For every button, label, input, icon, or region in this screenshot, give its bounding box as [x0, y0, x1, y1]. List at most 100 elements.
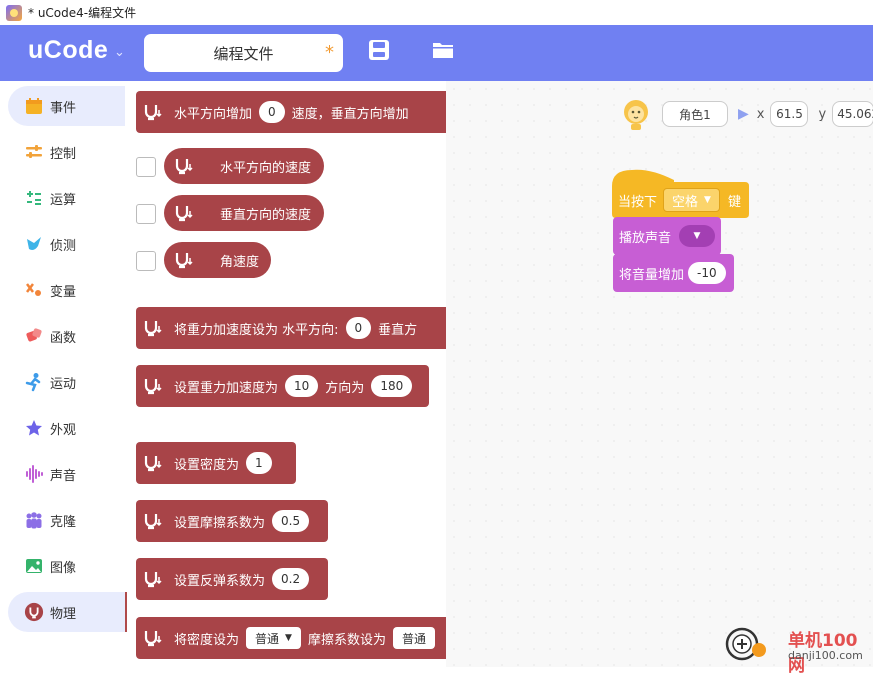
event-key-press-block[interactable]: 当按下 空格 ▼ 键: [612, 168, 749, 218]
variable-icon: [24, 280, 44, 300]
bounce-input[interactable]: 0.2: [272, 568, 310, 590]
star-icon: [24, 418, 44, 438]
sound-dropdown[interactable]: ▼: [679, 225, 716, 247]
sidebar-item-sensing[interactable]: 侦测: [8, 224, 125, 264]
block-text: 将音量增加: [619, 267, 685, 283]
sidebar-item-operators[interactable]: 运算: [8, 178, 125, 218]
sidebar-item-motion[interactable]: 运动: [8, 362, 125, 402]
save-icon[interactable]: [368, 39, 390, 61]
watermark: 单机100网 danji100.com: [722, 624, 872, 676]
reporter-horizontal-speed[interactable]: 水平方向的速度: [164, 148, 324, 184]
gravity-value-input[interactable]: 10: [285, 375, 319, 397]
caret-down-icon: ▼: [704, 195, 711, 205]
sidebar-item-label: 图像: [50, 560, 77, 576]
sidebar-item-clone[interactable]: 克隆: [8, 500, 125, 540]
reporter-vertical-speed[interactable]: 垂直方向的速度: [164, 195, 324, 231]
physics-block-icon: [164, 203, 204, 223]
block-text: 将密度设为: [174, 632, 240, 648]
block-set-bounce[interactable]: 设置反弹系数为 0.2: [136, 558, 328, 600]
velocity-x-input[interactable]: 0: [259, 101, 285, 123]
change-volume-block[interactable]: 将音量增加 -10: [613, 254, 734, 292]
reporter-label: 垂直方向的速度: [220, 207, 312, 223]
block-change-velocity[interactable]: 水平方向增加 0 速度，垂直方向增加: [136, 91, 446, 133]
sprite-name-field[interactable]: 角色1: [662, 101, 728, 127]
physics-block-icon: [136, 617, 170, 659]
block-text: 垂直方: [378, 322, 418, 338]
block-text: 设置摩擦系数为: [174, 515, 266, 531]
sidebar-item-label: 控制: [50, 146, 77, 162]
sidebar-item-physics[interactable]: 物理: [8, 592, 127, 632]
event-block-content: 当按下 空格 ▼ 键: [618, 186, 741, 214]
block-set-gravity-direction[interactable]: 将重力加速度设为 水平方向: 0 垂直方: [136, 307, 446, 349]
physics-block-icon: [136, 500, 170, 542]
block-set-gravity[interactable]: 设置重力加速度为 10 方向为 180: [136, 365, 429, 407]
dropdown-value: 空格: [672, 194, 699, 210]
sidebar-item-label: 外观: [50, 422, 77, 438]
sidebar-item-label: 变量: [50, 284, 77, 300]
bird-icon: [24, 234, 44, 254]
block-set-density-friction[interactable]: 将密度设为 普通 ▼ 摩擦系数设为 普通: [136, 617, 446, 659]
y-label: y: [818, 106, 827, 122]
blocks-palette: 水平方向增加 0 速度，垂直方向增加 水平方向的速度 垂直方向的速度 角速度 将…: [128, 81, 446, 667]
key-dropdown[interactable]: 空格 ▼: [663, 188, 720, 212]
title-bar: * uCode4-编程文件: [0, 0, 873, 25]
checkbox-horizontal-speed[interactable]: [136, 157, 156, 177]
friction-dropdown[interactable]: 普通: [392, 627, 435, 649]
block-text: 设置反弹系数为: [174, 573, 266, 589]
sidebar-item-variables[interactable]: 变量: [8, 270, 125, 310]
gravity-direction-input[interactable]: 180: [371, 375, 413, 397]
script-area[interactable]: 角色1 ▶ x 61.5 y 45.062 当按下 空格 ▼ 键 播放声音 ▼ …: [446, 81, 873, 667]
sidebar-item-label: 事件: [50, 100, 77, 116]
sidebar-item-functions[interactable]: 函数: [8, 316, 125, 356]
density-dropdown[interactable]: 普通 ▼: [246, 627, 301, 649]
caret-down-icon: ▼: [285, 633, 292, 643]
checkbox-vertical-speed[interactable]: [136, 204, 156, 224]
play-triangle-icon[interactable]: ▶: [738, 106, 749, 122]
app-icon: [6, 4, 22, 21]
file-tab-label: 编程文件: [213, 44, 274, 63]
x-coordinate-field[interactable]: 61.5: [770, 101, 809, 127]
sidebar-item-sound[interactable]: 声音: [8, 454, 125, 494]
physics-block-icon: [164, 250, 204, 270]
block-set-density[interactable]: 设置密度为 1: [136, 442, 296, 484]
block-text: 设置密度为: [174, 457, 240, 473]
chevron-down-icon[interactable]: ⌄: [114, 45, 125, 60]
y-coordinate-field[interactable]: 45.062: [832, 101, 873, 127]
sprite-info-bar: 角色1 ▶ x 61.5 y 45.062: [620, 97, 873, 131]
math-icon: [24, 188, 44, 208]
dropdown-value: 普通: [255, 631, 280, 646]
logo[interactable]: uCode: [28, 36, 108, 65]
sidebar-item-label: 物理: [50, 606, 77, 622]
sidebar-item-label: 函数: [50, 330, 77, 346]
watermark-logo: [725, 627, 766, 661]
sidebar-item-label: 声音: [50, 468, 77, 484]
play-sound-block[interactable]: 播放声音 ▼: [613, 217, 721, 255]
reporter-label: 角速度: [220, 254, 260, 270]
lion-sprite-icon[interactable]: [620, 97, 652, 131]
sound-wave-icon: [24, 464, 44, 484]
function-icon: [24, 326, 44, 346]
file-tab[interactable]: 编程文件 *: [144, 34, 343, 72]
physics-block-icon: [136, 558, 170, 600]
reporter-angular-speed[interactable]: 角速度: [164, 242, 271, 278]
physics-block-icon: [136, 365, 170, 407]
friction-input[interactable]: 0.5: [272, 510, 310, 532]
checkbox-angular-speed[interactable]: [136, 251, 156, 271]
sidebar-item-events[interactable]: 事件: [8, 86, 125, 126]
gravity-x-input[interactable]: 0: [345, 317, 372, 339]
block-text: 速度，垂直方向增加: [291, 106, 409, 122]
people-icon: [24, 510, 44, 530]
physics-block-icon: [136, 442, 170, 484]
density-input[interactable]: 1: [246, 452, 272, 474]
reporter-label: 水平方向的速度: [220, 160, 312, 176]
caret-down-icon: ▼: [693, 231, 701, 241]
sidebar-item-control[interactable]: 控制: [8, 132, 125, 172]
unsaved-indicator: *: [325, 42, 334, 63]
sidebar-item-image[interactable]: 图像: [8, 546, 125, 586]
volume-input[interactable]: -10: [688, 262, 726, 284]
physics-block-icon: [136, 307, 170, 349]
watermark-url: danji100.com: [788, 649, 863, 662]
block-set-friction[interactable]: 设置摩擦系数为 0.5: [136, 500, 328, 542]
sidebar-item-looks[interactable]: 外观: [8, 408, 125, 448]
folder-icon[interactable]: [432, 39, 454, 61]
